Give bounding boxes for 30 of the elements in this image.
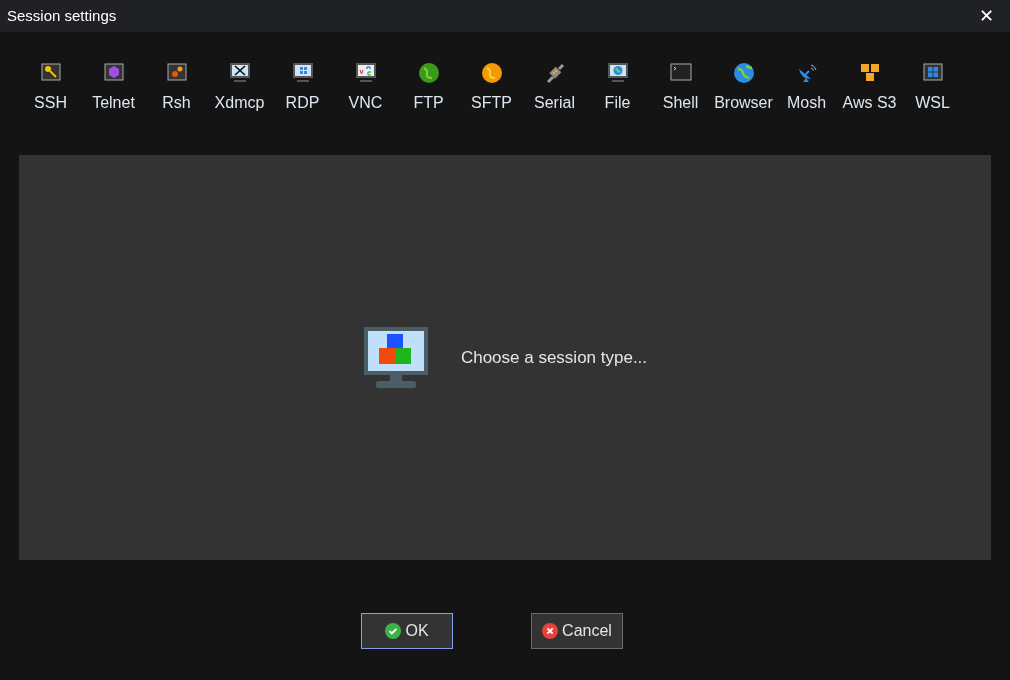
window-title: Session settings bbox=[7, 5, 117, 26]
session-type-button[interactable]: Mosh bbox=[775, 61, 838, 117]
session-type-button[interactable]: Telnet bbox=[82, 61, 145, 117]
session-type-button[interactable]: Xdmcp bbox=[208, 61, 271, 117]
check-icon bbox=[385, 623, 402, 639]
monitor-x-icon bbox=[227, 61, 252, 85]
session-type-button[interactable]: File bbox=[586, 61, 649, 117]
close-icon bbox=[542, 623, 559, 639]
session-type-button[interactable]: Rsh bbox=[145, 61, 208, 117]
session-type-button[interactable]: Shell bbox=[649, 61, 712, 117]
session-type-button[interactable]: WSL bbox=[901, 61, 964, 117]
ok-button[interactable]: OK bbox=[361, 613, 453, 649]
session-type-button[interactable]: Serial bbox=[523, 61, 586, 117]
session-type-button[interactable]: Aws S3 bbox=[838, 61, 901, 117]
session-type-button[interactable]: RDP bbox=[271, 61, 334, 117]
session-type-button[interactable]: VNC bbox=[334, 61, 397, 117]
globe-icon bbox=[479, 61, 504, 85]
monitor-letters-icon bbox=[353, 61, 378, 85]
close-button[interactable]: ✕ bbox=[972, 2, 1000, 30]
prompt-text: Choose a session type... bbox=[460, 346, 648, 369]
session-type-button[interactable]: SFTP bbox=[460, 61, 523, 117]
monitor-globe-icon bbox=[605, 61, 630, 85]
monitor-cubes-icon bbox=[362, 325, 429, 390]
session-type-button[interactable]: Browser bbox=[712, 61, 775, 117]
session-type-button[interactable]: SSH bbox=[19, 61, 82, 117]
session-type-button[interactable]: FTP bbox=[397, 61, 460, 117]
cancel-button[interactable]: Cancel bbox=[531, 613, 623, 649]
globe-icon bbox=[416, 61, 441, 85]
globe-icon bbox=[731, 61, 756, 85]
monitor-windows-icon bbox=[290, 61, 315, 85]
